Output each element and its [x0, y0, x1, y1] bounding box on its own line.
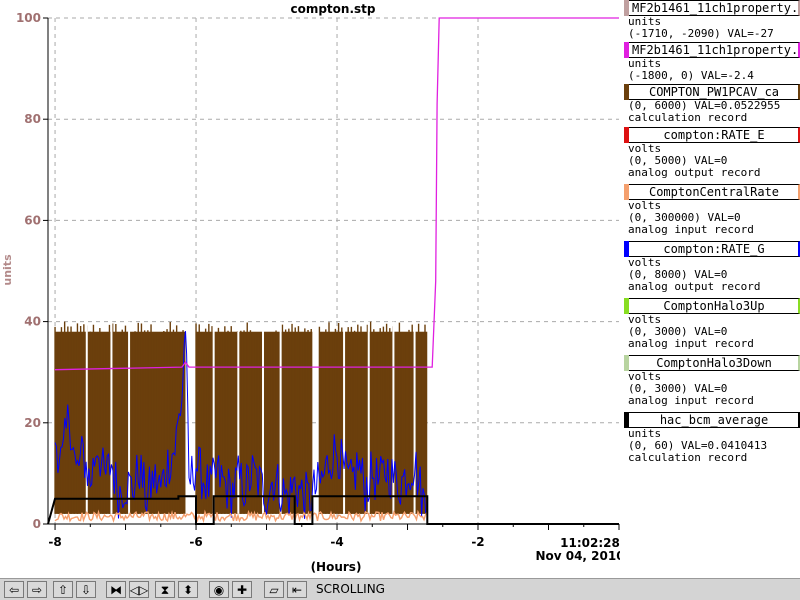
legend-entry-header[interactable]: compton:RATE_E [624, 127, 800, 143]
scroll-down-button[interactable]: ⇩ [76, 581, 96, 598]
scroll-mode-status: SCROLLING [316, 582, 385, 596]
legend-pv-name: COMPTON_PW1PCAV_ca [648, 85, 780, 99]
legend-panel: MF2b1461_11ch1property.F units (-1710, -20… [622, 0, 800, 578]
y-tick-label: 40 [24, 315, 41, 329]
legend-entry[interactable]: COMPTON_PW1PCAV_ca (0, 6000) VAL=0.052295… [624, 84, 800, 124]
record-button[interactable]: ◉ [209, 581, 229, 598]
x-tick-label: -4 [330, 535, 343, 549]
scroll-left-button[interactable]: ⇦ [4, 581, 24, 598]
legend-entry-header[interactable]: ComptonHalo3Up [624, 298, 800, 314]
zoom-in-horizontal-button[interactable]: ⧓ [106, 581, 126, 598]
legend-entry[interactable]: ComptonHalo3Up volts (0, 3000) VAL=0 analog… [624, 298, 800, 350]
legend-pv-name: ComptonHalo3Down [656, 356, 772, 370]
scroll-right-icon: ⇨ [31, 582, 43, 597]
y-tick-label: 60 [24, 213, 41, 227]
legend-detail-line: calculation record [628, 111, 748, 124]
toolbar: ⇦ ⇨ ⇧ ⇩ ⧓ ◁▷ ⧗ ⬍ ◉ ✚ ⏥ ⇤ SCROLLING [0, 578, 800, 600]
crosshair-button[interactable]: ✚ [232, 581, 252, 598]
legend-pv-name: compton:RATE_G [663, 242, 765, 256]
legend-color-swatch [624, 355, 629, 371]
legend-color-swatch [624, 42, 629, 58]
legend-detail-line: analog output record [628, 280, 761, 293]
legend-entry-header[interactable]: ComptonCentralRate [624, 184, 800, 200]
legend-entry-header[interactable]: MF2b1461_11ch1property.E [624, 42, 800, 58]
zoom-in-vertical-icon: ⧗ [160, 582, 170, 597]
scroll-right-button[interactable]: ⇨ [27, 581, 47, 598]
y-tick-label: 100 [16, 11, 41, 25]
zoom-in-horizontal-icon: ⧓ [110, 582, 122, 597]
legend-entry-header[interactable]: hac_bcm_average [624, 412, 800, 428]
x-tick-label: -2 [471, 535, 484, 549]
scroll-left-icon: ⇦ [8, 582, 20, 597]
legend-color-swatch [624, 127, 629, 143]
legend-entry[interactable]: hac_bcm_average units (0, 60) VAL=0.041041… [624, 412, 800, 464]
series-COMPTON_PW1PCAV_ca [54, 321, 428, 514]
legend-entry[interactable]: compton:RATE_G volts (0, 8000) VAL=0 analog… [624, 241, 800, 293]
legend-detail-line: (-1710, -2090) VAL=-27 [628, 27, 774, 40]
legend-detail-line: analog input record [628, 394, 754, 407]
legend-detail-line: calculation record [628, 451, 748, 464]
legend-color-swatch [624, 298, 629, 314]
zoom-out-vertical-icon: ⬍ [182, 582, 194, 597]
time-label: 11:02:28 [560, 536, 620, 550]
legend-pv-name: MF2b1461_11ch1property.E [632, 43, 796, 57]
legend-color-swatch [624, 84, 629, 100]
y-tick-label: 0 [33, 517, 41, 531]
legend-entry[interactable]: MF2b1461_11ch1property.F units (-1710, -20… [624, 0, 800, 40]
zoom-out-horizontal-button[interactable]: ◁▷ [129, 581, 149, 598]
legend-detail-line: (-1800, 0) VAL=-2.4 [628, 69, 754, 82]
record-icon: ◉ [213, 582, 225, 597]
scroll-down-icon: ⇩ [80, 582, 92, 597]
legend-entry-header[interactable]: ComptonHalo3Down [624, 355, 800, 371]
legend-detail-line: analog input record [628, 337, 754, 350]
legend-pv-name: ComptonCentralRate [648, 185, 780, 199]
legend-entry[interactable]: MF2b1461_11ch1property.E units (-1800, 0) … [624, 42, 800, 82]
scroll-up-button[interactable]: ⇧ [53, 581, 73, 598]
legend-pv-name: MF2b1461_11ch1property.F [632, 1, 796, 15]
series-layer [47, 17, 619, 525]
scroll-mode-icon: ⇤ [291, 582, 303, 597]
zoom-in-vertical-button[interactable]: ⧗ [155, 581, 175, 598]
y-axis-label: units [1, 254, 14, 286]
legend-color-swatch [624, 184, 629, 200]
autoscale-icon: ⏥ [269, 582, 279, 597]
zoom-out-vertical-button[interactable]: ⬍ [178, 581, 198, 598]
y-tick-label: 20 [24, 416, 41, 430]
legend-detail-line: analog input record [628, 223, 754, 236]
legend-entry-header[interactable]: MF2b1461_11ch1property.F [624, 0, 800, 16]
legend-pv-name: hac_bcm_average [659, 413, 769, 427]
scroll-up-icon: ⇧ [57, 582, 69, 597]
legend-entry[interactable]: compton:RATE_E volts (0, 5000) VAL=0 analog… [624, 127, 800, 179]
y-tick-label: 80 [24, 112, 41, 126]
x-tick-label: -8 [48, 535, 61, 549]
legend-entry-header[interactable]: compton:RATE_G [624, 241, 800, 257]
autoscale-button[interactable]: ⏥ [264, 581, 284, 598]
x-tick-label: -6 [189, 535, 202, 549]
legend-entry-header[interactable]: COMPTON_PW1PCAV_ca [624, 84, 800, 100]
legend-entry[interactable]: ComptonHalo3Down volts (0, 3000) VAL=0 anal… [624, 355, 800, 407]
chart-title: compton.stp [290, 2, 375, 16]
scroll-mode-button[interactable]: ⇤ [287, 581, 307, 598]
legend-entry[interactable]: ComptonCentralRate volts (0, 300000) VAL=0… [624, 184, 800, 236]
legend-color-swatch [624, 412, 629, 428]
strip-chart[interactable]: compton.stp units 0 20 40 60 80 100 -8 -6 -4 -2 1… [0, 0, 620, 578]
legend-color-swatch [624, 0, 629, 16]
date-label: Nov 04, 2010 [535, 549, 620, 563]
legend-pv-name: ComptonHalo3Up [663, 299, 765, 313]
x-axis-label: (Hours) [311, 560, 362, 574]
legend-pv-name: compton:RATE_E [663, 128, 765, 142]
crosshair-icon: ✚ [236, 582, 248, 597]
legend-detail-line: analog output record [628, 166, 761, 179]
legend-color-swatch [624, 241, 629, 257]
zoom-out-horizontal-icon: ◁▷ [129, 582, 149, 597]
